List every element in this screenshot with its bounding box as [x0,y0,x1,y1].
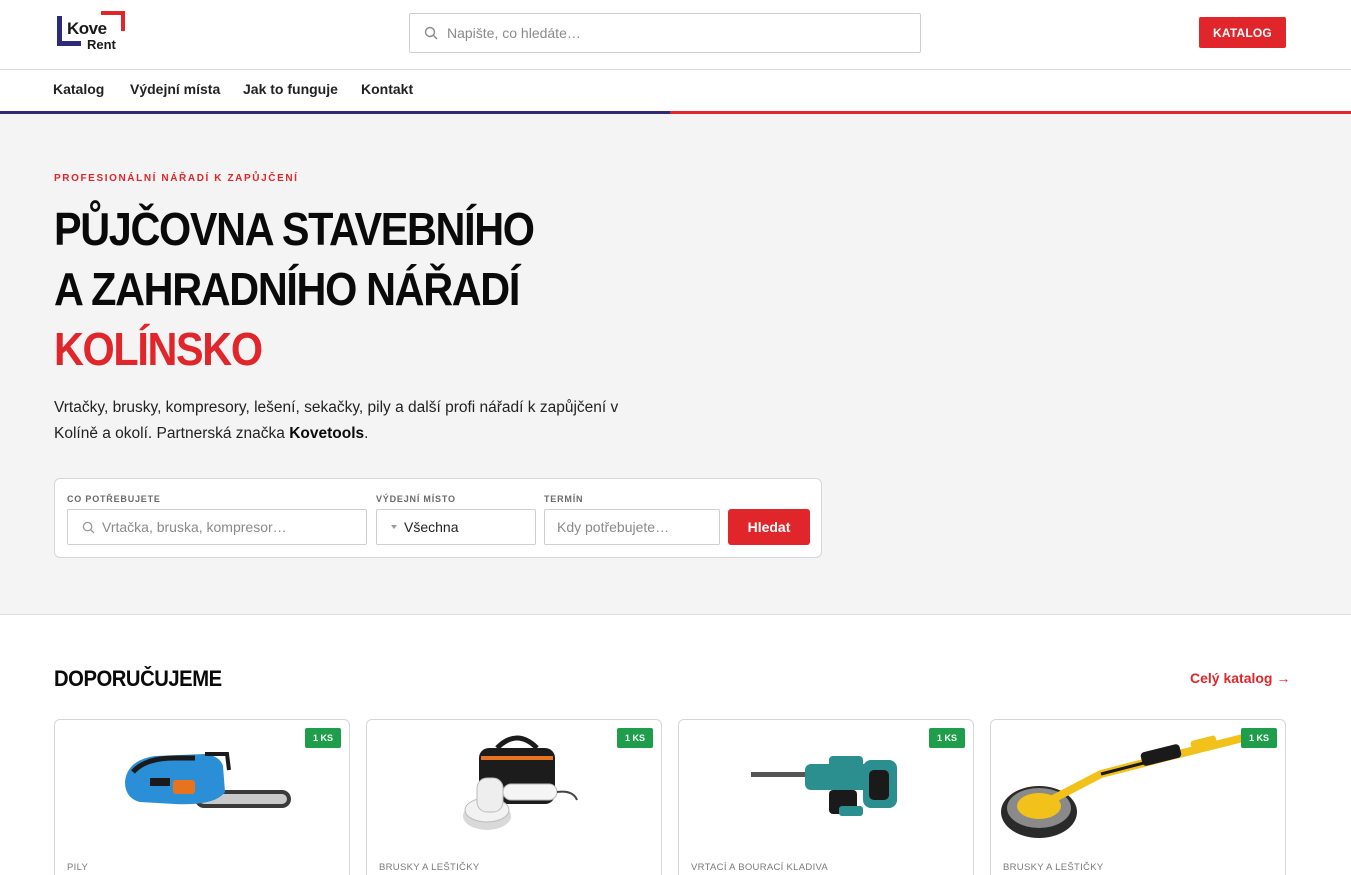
product-card[interactable]: 1 KS BRUSKY A LEŠTIČKY [366,719,662,875]
chevron-down-icon [391,525,397,529]
place-label: VÝDEJNÍ MÍSTO [376,494,456,504]
product-card[interactable]: 1 KS PILY [54,719,350,875]
nav-item-vydejni-mista[interactable]: Výdejní místa [130,81,220,97]
nav-item-katalog[interactable]: Katalog [53,81,104,97]
term-placeholder: Kdy potřebujete… [557,519,670,535]
hero-lead-end: . [364,425,369,442]
product-card[interactable]: 1 KS VRTACÍ A BOURACÍ KLADIVA [678,719,974,875]
stock-badge: 1 KS [928,728,965,748]
hero-title-line-3: KOLÍNSKO [54,323,263,375]
term-label: TERMÍN [544,494,584,504]
card-category: VRTACÍ A BOURACÍ KLADIVA [691,862,829,873]
product-card[interactable]: 1 KS BRUSKY A LEŠTIČKY [990,719,1286,875]
stock-badge: 1 KS [616,728,653,748]
search-placeholder: Napište, co hledáte… [447,25,581,41]
term-input[interactable]: Kdy potřebujete… [544,509,720,545]
logo-text-kove: Kove [67,19,107,38]
hero-eyebrow: PROFESIONÁLNÍ NÁŘADÍ K ZAPŮJČENÍ [54,173,299,184]
header-search-input[interactable]: Napište, co hledáte… [409,13,921,53]
card-category: BRUSKY A LEŠTIČKY [379,862,480,873]
need-placeholder: Vrtačka, bruska, kompresor… [102,519,287,535]
site-header: Kove Rent Napište, co hledáte… KATALOG [0,0,1351,70]
search-icon [82,521,95,534]
card-category: PILY [67,862,89,873]
recommended-title: DOPORUČUJEME [54,666,222,691]
stock-badge: 1 KS [304,728,341,748]
catalog-button[interactable]: KATALOG [1199,17,1286,48]
nav-item-kontakt[interactable]: Kontakt [361,81,413,97]
hero-section: PROFESIONÁLNÍ NÁŘADÍ K ZAPŮJČENÍ PŮJČOVN… [0,114,1351,615]
kove-rent-logo[interactable]: Kove Rent [57,11,129,55]
main-nav: Katalog Výdejní místa Jak to funguje Kon… [0,70,1351,111]
search-submit-button[interactable]: Hledat [728,509,810,545]
card-category: BRUSKY A LEŠTIČKY [1003,862,1104,873]
place-select[interactable]: Všechna [376,509,536,545]
search-icon [424,26,438,40]
rental-search-form: CO POTŘEBUJETE Vrtačka, bruska, kompreso… [54,478,822,558]
hero-lead-brand: Kovetools [289,425,365,442]
nav-item-jak-to-funguje[interactable]: Jak to funguje [243,81,338,97]
need-input[interactable]: Vrtačka, bruska, kompresor… [67,509,367,545]
full-catalog-link[interactable]: Celý katalog → [1190,670,1290,686]
hero-lead: Vrtačky, brusky, kompresory, lešení, sek… [54,395,654,447]
place-value: Všechna [404,519,459,535]
hero-title-line-2: A ZAHRADNÍHO NÁŘADÍ [54,263,520,315]
logo-text-rent: Rent [87,37,116,52]
hero-title-line-1: PŮJČOVNA STAVEBNÍHO [54,203,535,255]
stock-badge: 1 KS [1240,728,1277,748]
need-label: CO POTŘEBUJETE [67,494,161,504]
